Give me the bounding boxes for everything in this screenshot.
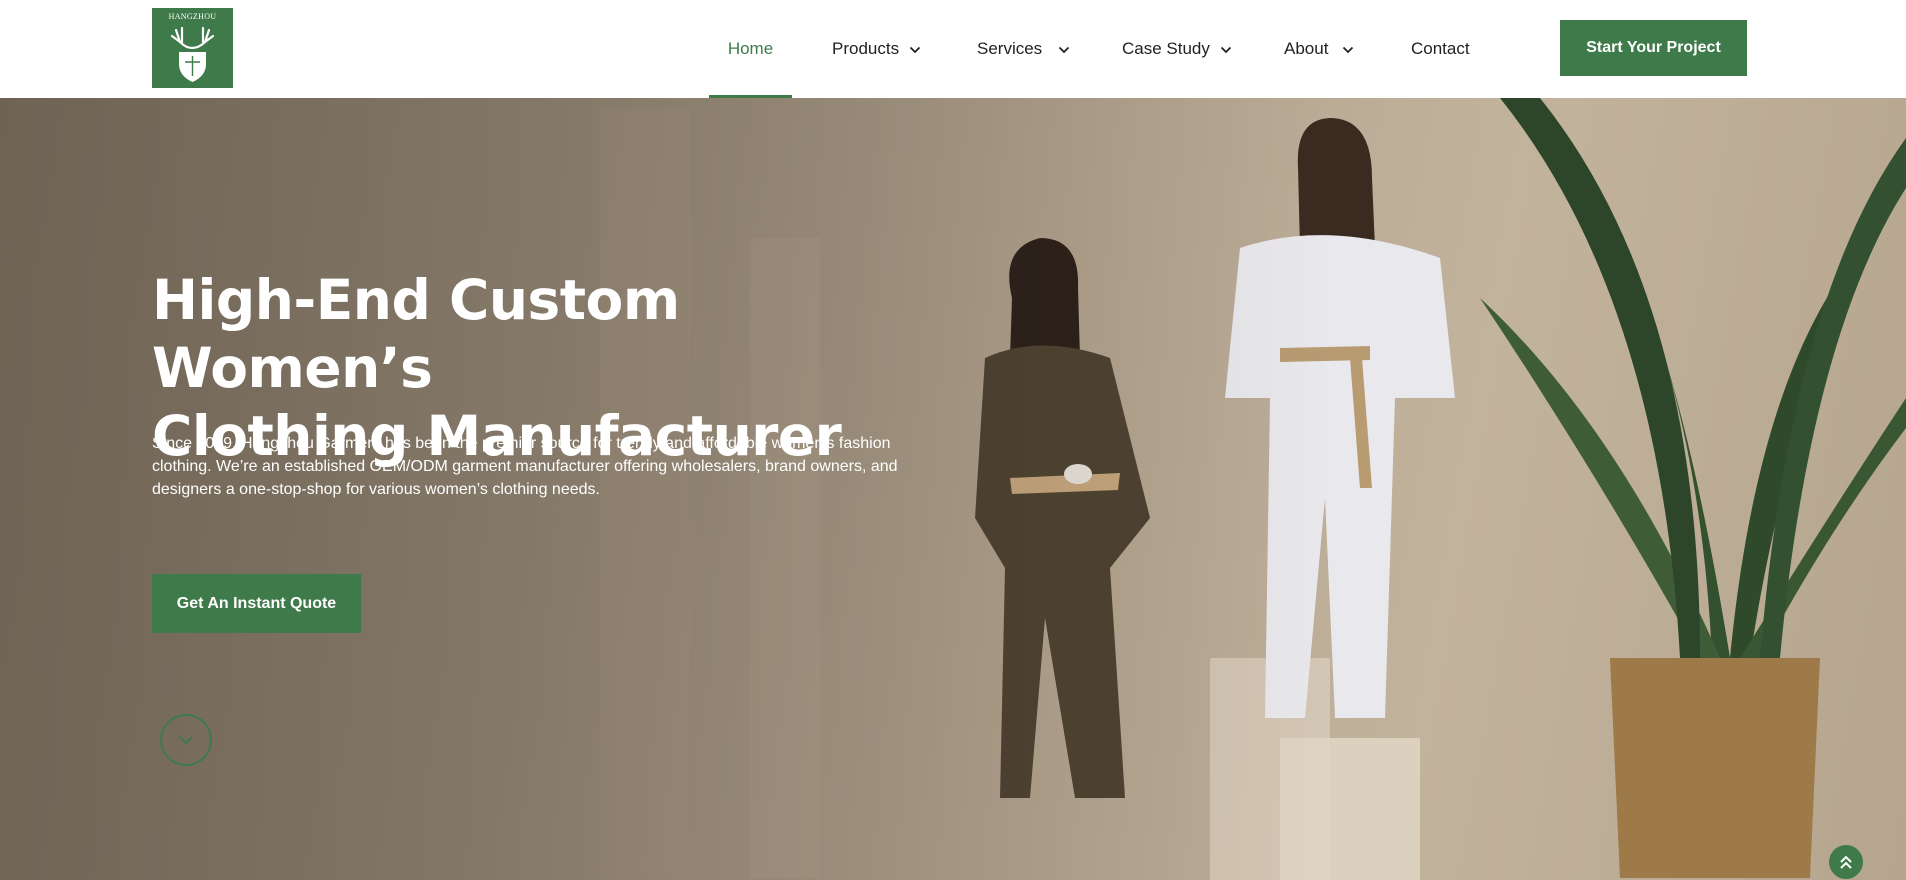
start-project-button[interactable]: Start Your Project: [1560, 20, 1747, 76]
hero-description: Since 2009, Hangzhou Garment has been th…: [152, 435, 898, 498]
nav-case-study-label: Case Study: [1122, 39, 1210, 58]
site-logo[interactable]: HANGZHOU: [152, 8, 233, 88]
chevron-down-icon: [1342, 39, 1354, 59]
hero-section: High-End Custom Women’s Clothing Manufac…: [0, 98, 1906, 880]
get-instant-quote-button[interactable]: Get An Instant Quote: [152, 574, 361, 633]
back-to-top-button[interactable]: [1829, 845, 1863, 879]
chevron-down-icon: [909, 39, 921, 59]
hero-title-line1: High-End Custom Women’s: [152, 268, 680, 400]
nav-contact[interactable]: Contact: [1411, 0, 1470, 98]
nav-home[interactable]: Home: [709, 0, 792, 98]
nav-products[interactable]: Products: [832, 0, 921, 98]
scroll-down-button[interactable]: [160, 714, 212, 766]
nav-case-study[interactable]: Case Study: [1122, 0, 1232, 98]
deer-crest-icon: [170, 26, 215, 82]
nav-home-label: Home: [727, 39, 774, 58]
site-header: HANGZHOU Home Products Services Case Stu…: [0, 0, 1906, 98]
chevron-down-icon: [1220, 39, 1232, 59]
nav-about[interactable]: About: [1284, 0, 1354, 98]
nav-services-label: Services: [977, 39, 1043, 58]
nav-contact-label: Contact: [1411, 39, 1470, 58]
chevron-down-icon: [179, 736, 193, 745]
double-chevron-up-icon: [1840, 855, 1852, 869]
nav-services[interactable]: Services: [977, 0, 1070, 98]
nav-products-label: Products: [832, 39, 900, 58]
nav-about-label: About: [1284, 39, 1329, 58]
chevron-down-icon: [1058, 39, 1070, 59]
